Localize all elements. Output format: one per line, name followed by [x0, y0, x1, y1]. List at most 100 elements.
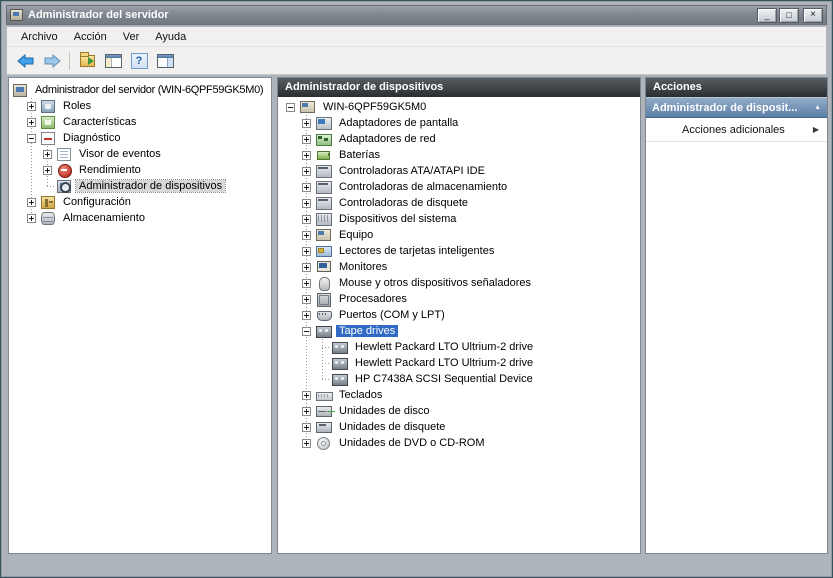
disk-drive-icon [316, 405, 332, 417]
tree-item-network-adapters[interactable]: Adaptadores de red [278, 131, 640, 147]
menu-item-ayuda[interactable]: Ayuda [147, 29, 194, 45]
tree-item-server-manager-root[interactable]: Administrador del servidor (WIN-6QPF59GK… [9, 82, 271, 98]
expand-icon[interactable] [302, 215, 311, 224]
expand-icon[interactable] [302, 199, 311, 208]
expand-icon[interactable] [27, 102, 36, 111]
tree-item-label: Controladoras ATA/ATAPI IDE [336, 165, 488, 177]
tree-item-system-devices[interactable]: Dispositivos del sistema [278, 211, 640, 227]
tree-item-display-adapters[interactable]: Adaptadores de pantalla [278, 115, 640, 131]
chevron-up-icon[interactable]: ▲ [814, 104, 821, 111]
back-button[interactable] [13, 49, 39, 73]
tree-item-configuration[interactable]: Configuración [9, 194, 271, 210]
menu-item-ver[interactable]: Ver [115, 29, 148, 45]
maximize-button[interactable]: □ [779, 8, 799, 23]
dvd-drive-icon [316, 437, 332, 449]
back-arrow-icon [17, 54, 35, 68]
expand-icon[interactable] [302, 183, 311, 192]
submenu-arrow-icon: ▶ [813, 125, 819, 134]
device-manager-icon [57, 180, 71, 193]
show-action-pane-button[interactable] [152, 49, 178, 73]
expand-icon[interactable] [302, 167, 311, 176]
title-bar[interactable]: Administrador del servidor _ □ × [6, 5, 827, 25]
pane-title: Administrador de dispositivos [285, 81, 443, 93]
tree-item-label: Configuración [60, 196, 134, 208]
tree-item-tape-drive-1[interactable]: Hewlett Packard LTO Ultrium-2 drive [278, 339, 640, 355]
menu-item-archivo[interactable]: Archivo [13, 29, 66, 45]
close-button[interactable]: × [803, 8, 823, 23]
tree-item-features[interactable]: Características [9, 114, 271, 130]
mouse-icon [316, 277, 332, 289]
export-list-button[interactable] [74, 49, 100, 73]
expand-icon[interactable] [43, 166, 52, 175]
tree-item-mice[interactable]: Mouse y otros dispositivos señaladores [278, 275, 640, 291]
tree-item-dvd-drives[interactable]: Unidades de DVD o CD-ROM [278, 435, 640, 451]
expand-icon[interactable] [302, 231, 311, 240]
expand-icon[interactable] [27, 198, 36, 207]
tree-item-keyboards[interactable]: Teclados [278, 387, 640, 403]
expand-icon[interactable] [302, 407, 311, 416]
expand-icon[interactable] [302, 135, 311, 144]
expand-icon[interactable] [302, 295, 311, 304]
tree-item-roles[interactable]: Roles [9, 98, 271, 114]
tree-item-device-manager[interactable]: Administrador de dispositivos [9, 178, 271, 194]
more-actions-item[interactable]: Acciones adicionales ▶ [646, 118, 827, 142]
tape-drive-icon [332, 357, 348, 369]
ide-controller-icon [316, 165, 332, 177]
expand-icon[interactable] [43, 150, 52, 159]
tree-item-event-viewer[interactable]: Visor de eventos [9, 146, 271, 162]
pane-title: Acciones [653, 81, 702, 93]
console-tree: Administrador del servidor (WIN-6QPF59GK… [9, 78, 271, 226]
tree-item-tape-drive-2[interactable]: Hewlett Packard LTO Ultrium-2 drive [278, 355, 640, 371]
computer-icon [300, 101, 316, 113]
expand-icon[interactable] [302, 391, 311, 400]
tree-item-disk-drives[interactable]: Unidades de disco [278, 403, 640, 419]
collapse-icon[interactable] [302, 327, 311, 336]
minimize-button[interactable]: _ [757, 8, 777, 23]
tree-item-performance[interactable]: Rendimiento [9, 162, 271, 178]
expand-icon[interactable] [302, 279, 311, 288]
port-icon [316, 309, 332, 321]
tape-drive-icon [332, 373, 348, 385]
tree-item-label: Almacenamiento [60, 212, 148, 224]
forward-button[interactable] [39, 49, 65, 73]
expand-icon[interactable] [27, 214, 36, 223]
tree-item-floppy-controllers[interactable]: Controladoras de disquete [278, 195, 640, 211]
toolbar: ? [7, 47, 826, 75]
tree-item-tape-drives[interactable]: Tape drives [278, 323, 640, 339]
menu-item-accion[interactable]: Acción [66, 29, 115, 45]
expand-icon[interactable] [302, 247, 311, 256]
actions-section-header[interactable]: Administrador de disposit... ▲ [646, 97, 827, 118]
expand-icon[interactable] [27, 118, 36, 127]
collapse-icon[interactable] [27, 134, 36, 143]
tree-item-ide-controllers[interactable]: Controladoras ATA/ATAPI IDE [278, 163, 640, 179]
window-controls: _ □ × [757, 8, 823, 23]
expand-icon[interactable] [302, 439, 311, 448]
tree-item-diagnostics[interactable]: Diagnóstico [9, 130, 271, 146]
tree-item-processors[interactable]: Procesadores [278, 291, 640, 307]
tree-item-label: Administrador de dispositivos [76, 180, 225, 192]
tree-item-storage-controllers[interactable]: Controladoras de almacenamiento [278, 179, 640, 195]
tree-item-label: Equipo [336, 229, 376, 241]
actions-section-title: Administrador de disposit... [652, 102, 814, 114]
tree-item-label: Procesadores [336, 293, 410, 305]
tree-item-storage[interactable]: Almacenamiento [9, 210, 271, 226]
expand-icon[interactable] [302, 423, 311, 432]
tree-item-monitors[interactable]: Monitores [278, 259, 640, 275]
tree-item-computer[interactable]: Equipo [278, 227, 640, 243]
action-pane-icon [157, 54, 174, 68]
collapse-icon[interactable] [286, 103, 295, 112]
expand-icon[interactable] [302, 119, 311, 128]
expand-icon[interactable] [302, 263, 311, 272]
tree-item-label: HP C7438A SCSI Sequential Device [352, 373, 536, 385]
expand-icon[interactable] [302, 311, 311, 320]
show-console-tree-button[interactable] [100, 49, 126, 73]
tree-item-batteries[interactable]: Baterías [278, 147, 640, 163]
storage-controller-icon [316, 181, 332, 193]
tree-item-computer-root[interactable]: WIN-6QPF59GK5M0 [278, 99, 640, 115]
expand-icon[interactable] [302, 151, 311, 160]
help-button[interactable]: ? [126, 49, 152, 73]
tree-item-smart-card-readers[interactable]: Lectores de tarjetas inteligentes [278, 243, 640, 259]
tree-item-floppy-drives[interactable]: Unidades de disquete [278, 419, 640, 435]
tree-item-tape-drive-3[interactable]: HP C7438A SCSI Sequential Device [278, 371, 640, 387]
tree-item-ports[interactable]: Puertos (COM y LPT) [278, 307, 640, 323]
